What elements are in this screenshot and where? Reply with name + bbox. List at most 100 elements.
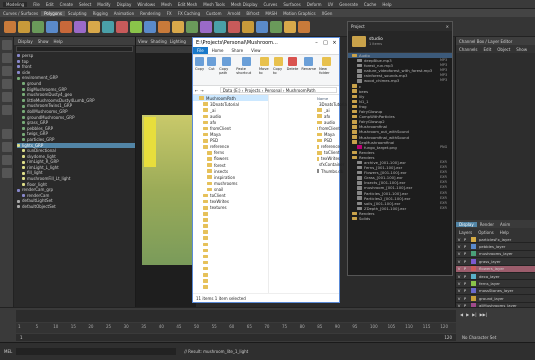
mel-label[interactable]: MEL: [4, 349, 12, 354]
no-character-set[interactable]: No Character Set: [462, 335, 496, 340]
layer-row[interactable]: V Pmushrooms_layer: [456, 250, 535, 259]
paint-select-icon[interactable]: [2, 66, 12, 76]
minimize-icon[interactable]: –: [312, 40, 321, 46]
channel-box-menu[interactable]: Show: [513, 47, 530, 52]
viewport-menu-view[interactable]: View: [138, 39, 148, 44]
menu-item[interactable]: Curves: [263, 2, 277, 7]
layer-color-swatch[interactable]: [471, 251, 476, 257]
shelf-tool-icon[interactable]: [60, 20, 72, 33]
layer-row[interactable]: V Ppebbles_layer: [456, 243, 535, 251]
layer-color-swatch[interactable]: [471, 281, 476, 287]
layer-tab[interactable]: Display: [456, 221, 477, 227]
menu-item[interactable]: Edit: [46, 2, 54, 7]
playback-toggle[interactable]: P: [462, 274, 468, 279]
menu-item[interactable]: Display: [117, 2, 132, 7]
playback-toggle[interactable]: P: [462, 296, 468, 301]
outliner-menu-display[interactable]: Display: [18, 39, 33, 44]
shelf-tab[interactable]: Rigging: [90, 11, 111, 16]
menu-item[interactable]: Help: [382, 2, 391, 7]
forward-arrow-icon[interactable]: →: [200, 88, 203, 93]
menu-item[interactable]: Create: [60, 2, 73, 7]
ribbon-button[interactable]: Copy: [195, 57, 204, 71]
back-arrow-icon[interactable]: ←: [195, 88, 198, 93]
range-end[interactable]: 120: [444, 335, 452, 340]
shelf-tool-icon[interactable]: [228, 20, 240, 33]
shelf-tool-icon[interactable]: [102, 20, 114, 33]
layer-tab[interactable]: Anim: [497, 222, 513, 227]
shelf-tab[interactable]: Curves / Surfaces: [0, 11, 41, 16]
layout-two-icon[interactable]: [2, 155, 12, 165]
shelf-tab[interactable]: Rendering: [137, 11, 163, 16]
layer-row[interactable]: V PparticlesFx_layer: [456, 236, 535, 244]
playback-toggle[interactable]: P: [462, 237, 468, 242]
menu-item[interactable]: UV: [328, 2, 334, 7]
project-item[interactable]: Solids: [348, 216, 452, 221]
menu-item[interactable]: Select: [79, 2, 91, 7]
menu-item[interactable]: Mesh Tools: [203, 2, 225, 7]
ribbon-tab-share[interactable]: Share: [228, 47, 248, 54]
shelf-tab[interactable]: Arnold: [224, 11, 243, 16]
layer-color-swatch[interactable]: [471, 288, 476, 294]
outliner-search[interactable]: [16, 46, 133, 52]
project-close-icon[interactable]: ×: [446, 24, 449, 29]
ribbon-button[interactable]: Move to: [259, 57, 270, 75]
shelf-tab[interactable]: Custom: [203, 11, 224, 16]
viewport-menu-shading[interactable]: Shading: [151, 39, 167, 44]
lasso-tool-icon[interactable]: [2, 53, 12, 63]
shelf-tool-icon[interactable]: [200, 20, 212, 33]
shelf-tool-icon[interactable]: [158, 20, 170, 33]
layer-row[interactable]: V PmossStones_layer: [456, 287, 535, 296]
shelf-tool-icon[interactable]: [214, 20, 226, 33]
shelf-tool-icon[interactable]: [270, 20, 282, 33]
shelf-tool-icon[interactable]: [4, 20, 16, 33]
layer-row[interactable]: V Pflowers_layer: [456, 265, 535, 273]
playback-toggle[interactable]: P: [462, 288, 468, 293]
layer-color-swatch[interactable]: [471, 273, 476, 279]
layer-color-swatch[interactable]: [471, 244, 476, 250]
go-to-end-icon[interactable]: ▶▶|: [480, 312, 488, 317]
shelf-tab[interactable]: Bifrost: [243, 11, 262, 16]
playback-toggle[interactable]: P: [462, 259, 468, 264]
ribbon-tab-file[interactable]: File: [193, 47, 208, 54]
layout-four-icon[interactable]: [2, 142, 12, 152]
ribbon-tab-home[interactable]: Home: [208, 47, 228, 54]
menu-item[interactable]: File: [33, 2, 40, 7]
step-forward-icon[interactable]: ▶|: [472, 312, 476, 317]
ribbon-button[interactable]: Cut: [207, 57, 217, 71]
menu-item[interactable]: Surfaces: [283, 2, 300, 7]
channel-box-menu[interactable]: Object: [494, 47, 513, 52]
layer-row[interactable]: V Pground_layer: [456, 295, 535, 303]
layout-outliner-icon[interactable]: [2, 168, 12, 178]
shelf-tool-icon[interactable]: [186, 20, 198, 33]
shelf-tool-icon[interactable]: [18, 20, 30, 33]
outliner-item[interactable]: defaultObjectSet: [17, 204, 135, 210]
playback-toggle[interactable]: P: [462, 281, 468, 286]
playback-toggle[interactable]: P: [462, 244, 468, 249]
ribbon-button[interactable]: Rename: [301, 57, 316, 71]
layer-menu[interactable]: Help: [497, 230, 512, 235]
ribbon-button[interactable]: New folder: [319, 57, 334, 75]
ribbon-tab-view[interactable]: View: [247, 47, 265, 54]
shelf-tab[interactable]: MASH: [262, 11, 280, 16]
select-tool-icon[interactable]: [2, 40, 12, 50]
shelf-tab[interactable]: FX Caching: [175, 11, 203, 16]
menu-item[interactable]: Edit Mesh: [178, 2, 198, 7]
file-list-item[interactable]: Thumbs.db: [271, 168, 343, 174]
menu-item[interactable]: Modify: [97, 2, 110, 7]
shelf-tool-icon[interactable]: [46, 20, 58, 33]
layer-row[interactable]: V Pgrass_layer: [456, 258, 535, 266]
layer-color-swatch[interactable]: [471, 258, 476, 264]
ribbon-button[interactable]: Copy path: [219, 57, 233, 75]
shelf-tool-icon[interactable]: [144, 20, 156, 33]
viewport-menu-lighting[interactable]: Lighting: [170, 39, 186, 44]
menu-item[interactable]: Mesh: [161, 2, 172, 7]
shelf-tool-icon[interactable]: [242, 20, 254, 33]
playback-toggle[interactable]: P: [462, 251, 468, 256]
maximize-icon[interactable]: □: [321, 40, 330, 46]
rotate-tool-icon[interactable]: [2, 92, 12, 102]
layer-color-swatch[interactable]: [471, 236, 476, 242]
layer-color-swatch[interactable]: [471, 295, 476, 301]
playback-toggle[interactable]: P: [462, 266, 468, 271]
ribbon-button[interactable]: Delete: [287, 57, 298, 71]
outliner-menu-show[interactable]: Show: [38, 39, 49, 44]
